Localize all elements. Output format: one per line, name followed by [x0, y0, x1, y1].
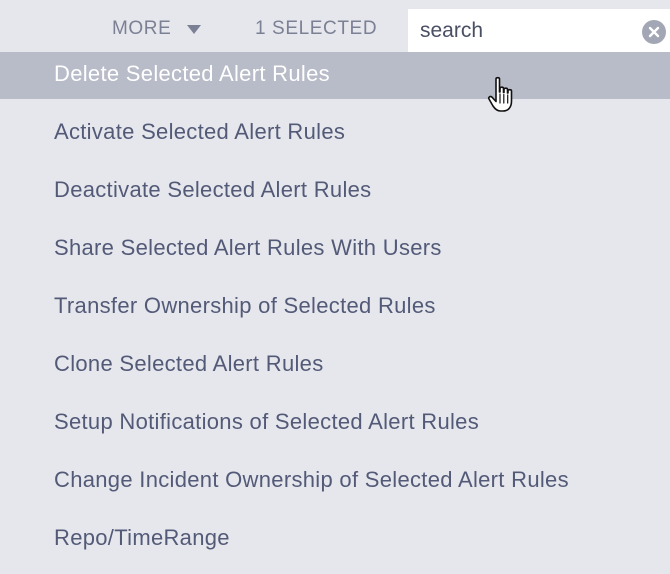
menu-item-deactivate-selected-alert-rules[interactable]: Deactivate Selected Alert Rules: [0, 168, 670, 226]
menu-item-repo-timerange[interactable]: Repo/TimeRange: [0, 516, 670, 574]
selected-count-label: 1 SELECTED: [255, 18, 378, 39]
search-input[interactable]: [420, 17, 630, 45]
close-circle-icon[interactable]: [642, 20, 666, 44]
search-box: [408, 9, 670, 52]
caret-down-icon: [187, 25, 202, 34]
bulk-actions-toolbar: MORE 1 SELECTED: [0, 0, 670, 52]
menu-item-clone-selected-alert-rules[interactable]: Clone Selected Alert Rules: [0, 342, 670, 400]
menu-item-activate-selected-alert-rules[interactable]: Activate Selected Alert Rules: [0, 99, 670, 168]
menu-item-change-incident-ownership[interactable]: Change Incident Ownership of Selected Al…: [0, 458, 670, 516]
more-actions-menu: Delete Selected Alert Rules Activate Sel…: [0, 52, 670, 574]
more-label: MORE: [112, 18, 172, 39]
menu-item-transfer-ownership[interactable]: Transfer Ownership of Selected Rules: [0, 284, 670, 342]
menu-item-share-selected-alert-rules[interactable]: Share Selected Alert Rules With Users: [0, 226, 670, 284]
more-dropdown-button[interactable]: MORE: [112, 17, 202, 41]
menu-item-delete-selected-alert-rules[interactable]: Delete Selected Alert Rules: [0, 52, 670, 99]
menu-item-setup-notifications[interactable]: Setup Notifications of Selected Alert Ru…: [0, 400, 670, 458]
